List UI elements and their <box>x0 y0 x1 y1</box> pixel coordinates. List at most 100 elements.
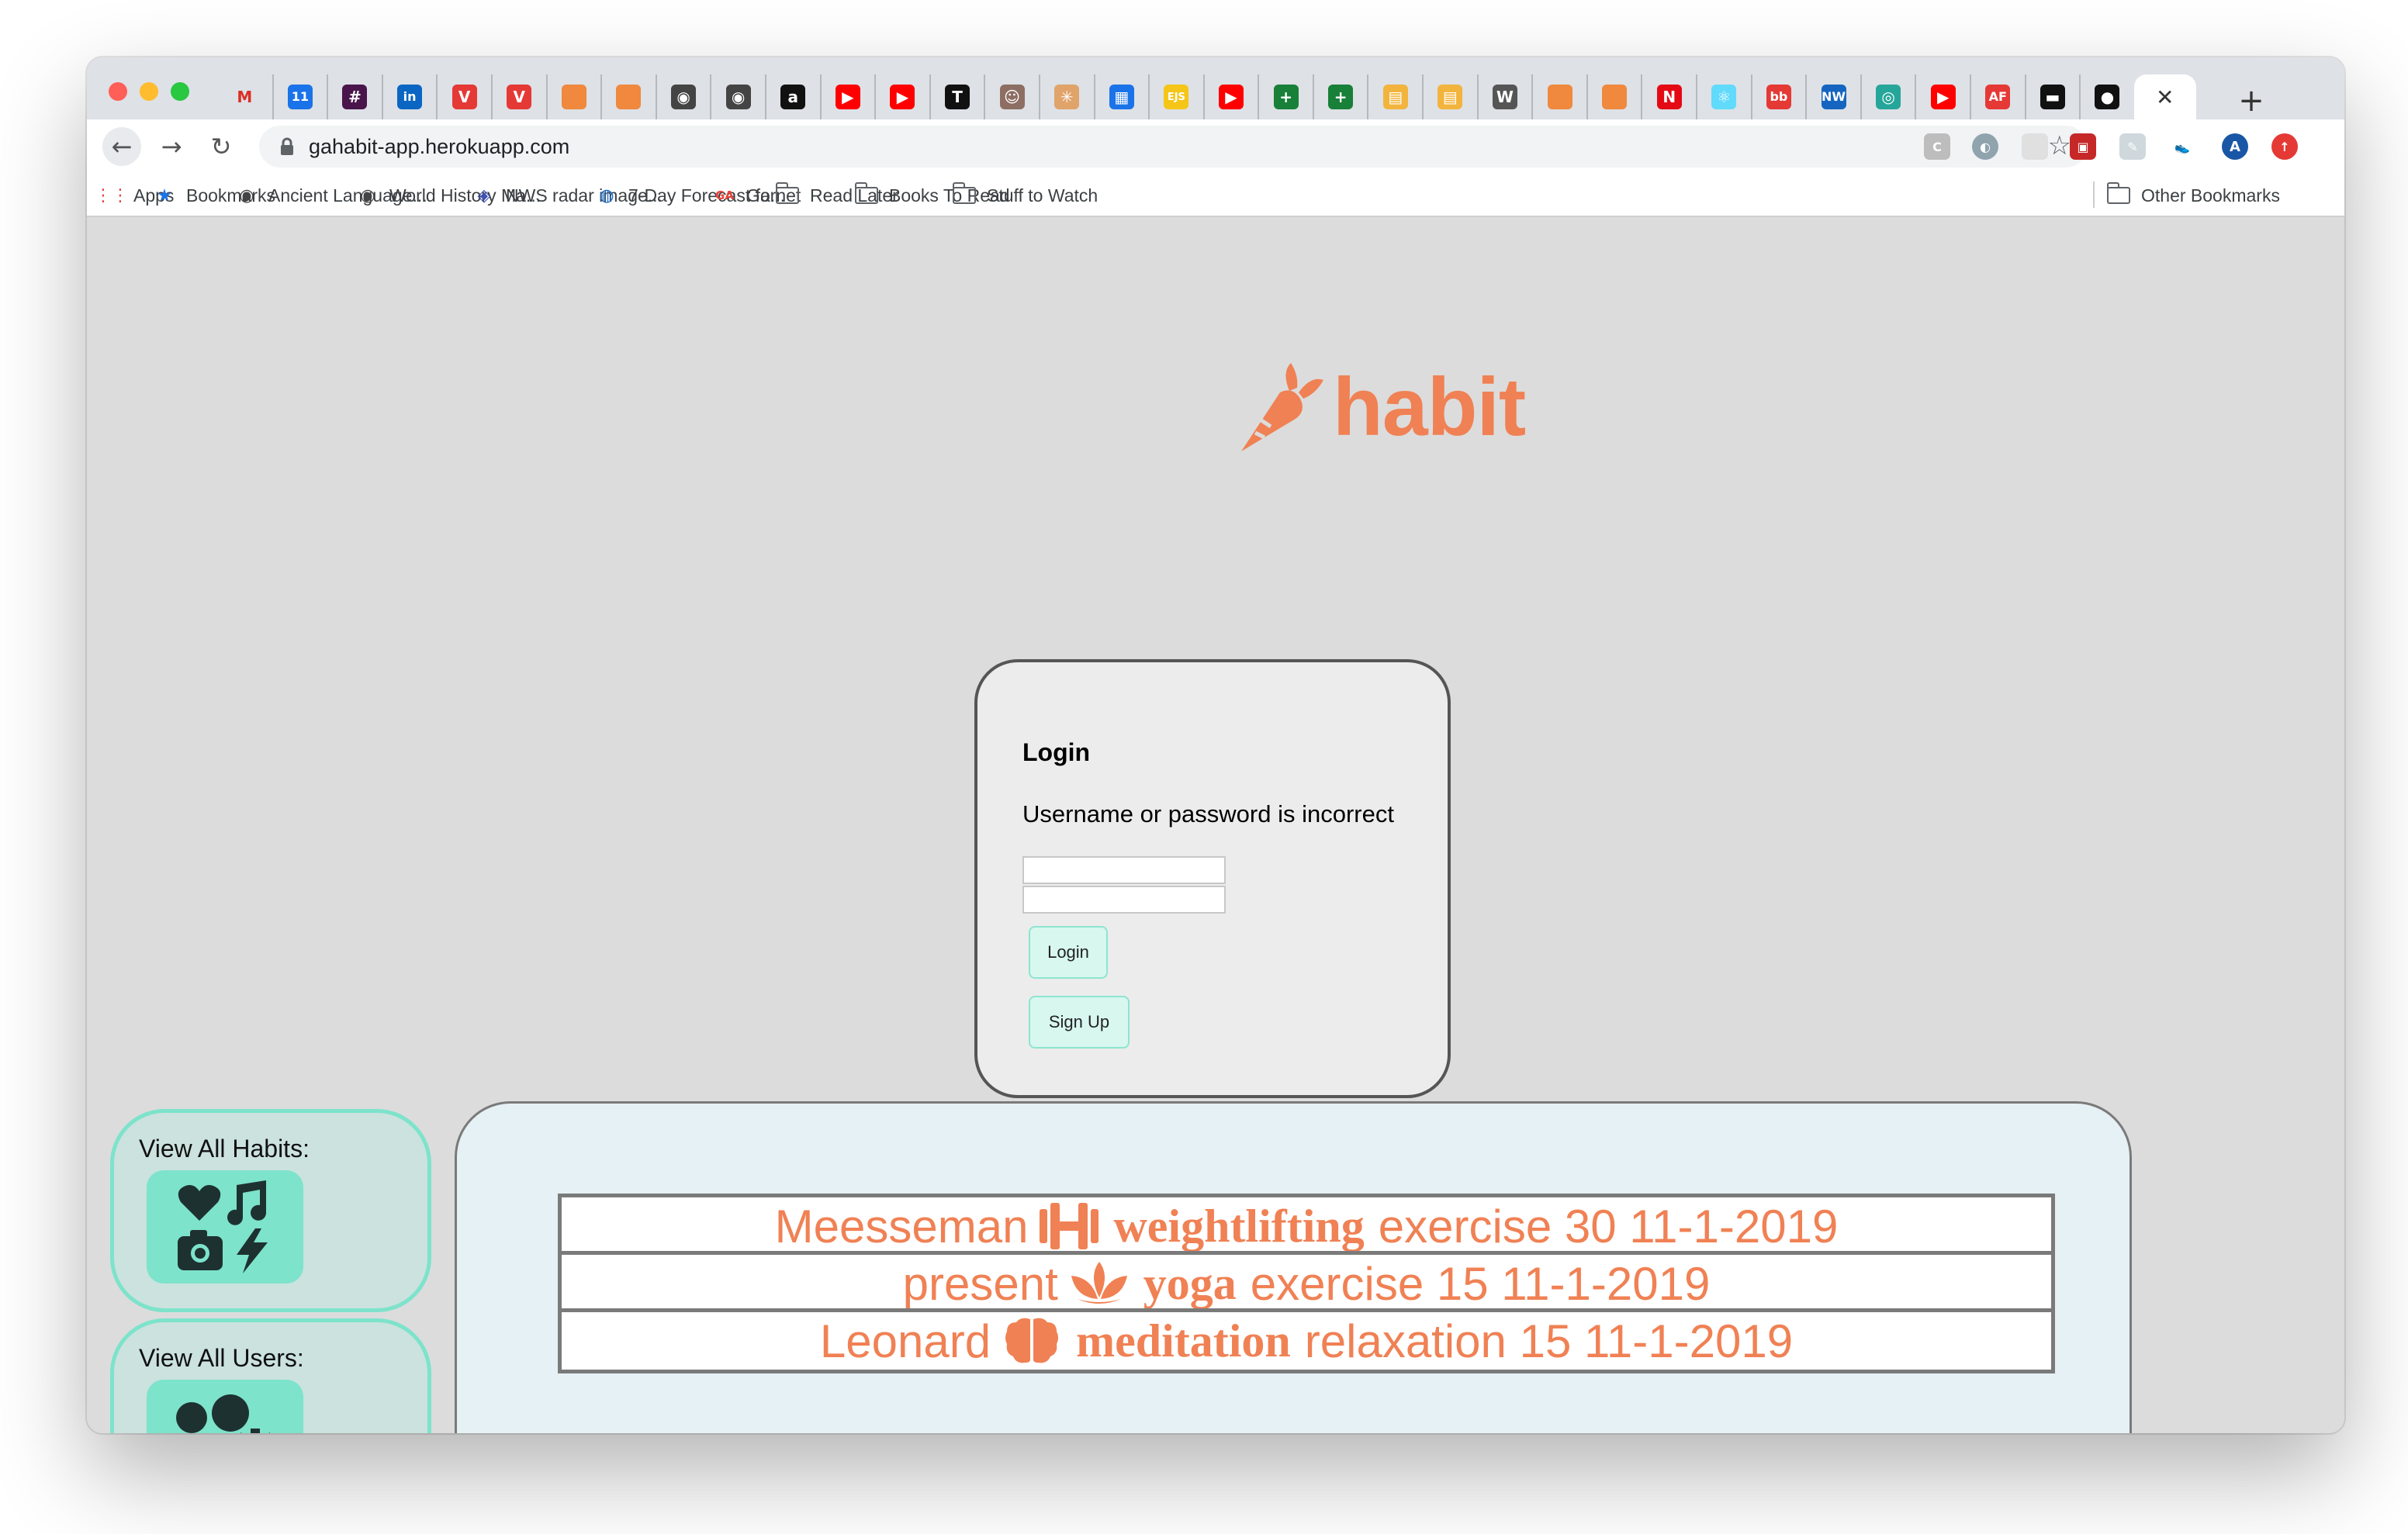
zoom-window-button[interactable] <box>171 82 189 101</box>
nytimes-icon: T <box>945 85 970 109</box>
bookmark-item[interactable]: Stuff to Watch <box>952 181 1098 209</box>
browser-tab[interactable] <box>600 74 656 119</box>
tab-strip: M 11 # in V V ◉ ◉ a ▶ ▶ T ☺ ✳ ▦ EJS ▶ + + ▤ ▤ W N ⚛ bb NW ◎ ▶ AF ▬ ● ✕ … <box>87 57 2344 119</box>
ga-icon: GA <box>715 188 734 202</box>
other-bookmarks[interactable]: Other Bookmarks <box>2106 181 2280 209</box>
youtube-icon: ▶ <box>890 85 915 109</box>
css-extension-icon[interactable]: C <box>1924 133 1950 160</box>
browser-tab[interactable]: ▦ <box>1093 74 1149 119</box>
browser-tab[interactable]: + <box>1258 74 1313 119</box>
bookmark-star-icon[interactable]: ☆ <box>2048 130 2071 161</box>
browser-tab[interactable]: + <box>1312 74 1368 119</box>
login-card: Login Username or password is incorrect … <box>974 659 1451 1098</box>
globe-icon: ◉ <box>360 185 375 206</box>
folder-icon <box>952 182 976 204</box>
browser-tab[interactable]: in <box>381 74 437 119</box>
browser-tab[interactable]: ▤ <box>1367 74 1422 119</box>
new-tab-button[interactable]: + <box>2230 79 2273 123</box>
linkedin-icon: in <box>397 85 423 109</box>
browser-tab[interactable]: V <box>490 74 546 119</box>
browser-tab[interactable]: ● <box>2079 74 2134 119</box>
browser-tab[interactable]: N <box>1641 74 1696 119</box>
browser-tab[interactable] <box>545 74 601 119</box>
browser-tab[interactable]: ▬ <box>2024 74 2080 119</box>
feed-entry[interactable]: Meesseman weightlifting exercise 30 11-1… <box>558 1194 2055 1259</box>
feed-user: present <box>902 1257 1058 1310</box>
browser-tab[interactable]: ◉ <box>655 74 711 119</box>
browser-tab[interactable]: # <box>327 74 382 119</box>
grid-blue-icon: ▦ <box>1109 85 1134 109</box>
browser-tab[interactable]: ▶ <box>819 74 875 119</box>
circle-extension-icon[interactable]: ◐ <box>1972 133 1998 160</box>
view-all-users-label: View All Users: <box>139 1344 304 1372</box>
reload-icon: ↻ <box>210 132 232 161</box>
save-extension-icon[interactable]: ▣ <box>2070 133 2096 160</box>
browser-tab[interactable]: ✳ <box>1038 74 1094 119</box>
grid-extension-icon[interactable] <box>2022 133 2048 160</box>
browser-tab[interactable]: 11 <box>272 74 327 119</box>
browser-tab[interactable]: a <box>764 74 820 119</box>
lotus-icon <box>1069 1258 1130 1309</box>
github-icon: ● <box>2095 85 2120 109</box>
login-button[interactable]: Login <box>1029 926 1108 979</box>
amazon-icon: a <box>780 85 806 109</box>
browser-tab[interactable]: ▶ <box>1202 74 1258 119</box>
noaa-icon: ◍ <box>599 185 614 206</box>
view-all-users-button[interactable] <box>147 1380 303 1433</box>
username-input[interactable] <box>1022 856 1226 884</box>
folder-icon <box>854 182 878 204</box>
address-bar[interactable]: gahabit-app.herokuapp.com ☆ <box>259 126 2087 168</box>
update-icon[interactable]: ↑ <box>2271 133 2298 160</box>
asterisk-icon: ✳ <box>1054 85 1080 109</box>
cube-orange-icon <box>616 85 642 109</box>
browser-tab[interactable]: ⚛ <box>1696 74 1751 119</box>
eyedropper-extension-icon[interactable]: ✎ <box>2119 133 2146 160</box>
sneaker-extension-icon[interactable]: 👟 <box>2169 133 2195 160</box>
arrow-left-icon: ← <box>111 132 133 161</box>
view-all-habits-card[interactable]: View All Habits: <box>110 1109 431 1312</box>
browser-tab[interactable]: ▶ <box>874 74 929 119</box>
users-gear-icon <box>176 1394 276 1433</box>
nw-icon: NW <box>1821 85 1846 109</box>
youtube-icon: ▶ <box>835 85 860 109</box>
minimize-window-button[interactable] <box>140 82 158 101</box>
globe-icon: ◉ <box>671 85 697 109</box>
browser-tab[interactable]: ◎ <box>1860 74 1915 119</box>
reload-button[interactable]: ↻ <box>202 127 240 166</box>
browser-tab[interactable]: ◉ <box>710 74 765 119</box>
tab-list: M 11 # in V V ◉ ◉ a ▶ ▶ T ☺ ✳ ▦ EJS ▶ + + ▤ ▤ W N ⚛ bb NW ◎ ▶ AF ▬ ● ✕ <box>217 74 2196 119</box>
profile-avatar[interactable]: A <box>2222 133 2248 160</box>
browser-tab[interactable]: V <box>436 74 491 119</box>
browser-tab[interactable] <box>1531 74 1586 119</box>
feed-entry[interactable]: Leonard meditation relaxation 15 11-1-20… <box>558 1308 2055 1373</box>
browser-tab[interactable]: ▶ <box>1915 74 1970 119</box>
v-red-icon: V <box>507 85 532 109</box>
view-all-habits-button[interactable] <box>147 1170 303 1284</box>
feed-details: relaxation 15 11-1-2019 <box>1304 1315 1794 1367</box>
browser-tab[interactable]: bb <box>1750 74 1806 119</box>
browser-tab[interactable] <box>1586 74 1642 119</box>
feed-habit: weightlifting <box>1113 1200 1365 1252</box>
browser-tab[interactable]: AF <box>1970 74 2025 119</box>
active-tab[interactable]: ✕ <box>2133 74 2196 119</box>
browser-tab[interactable]: ☺ <box>984 74 1039 119</box>
feed-habit: yoga <box>1143 1257 1237 1309</box>
browser-tab[interactable]: M <box>217 74 272 119</box>
browser-tab[interactable]: W <box>1476 74 1532 119</box>
feed-user: Leonard <box>819 1315 991 1367</box>
forward-button[interactable]: → <box>152 127 191 166</box>
page-content: habit Login Username or password is inco… <box>87 217 2344 1433</box>
close-tab-icon[interactable]: ✕ <box>2156 85 2174 110</box>
feed-entry[interactable]: present yoga exercise 15 11-1-2019 <box>558 1251 2055 1316</box>
wikipedia-icon: W <box>1492 85 1517 109</box>
browser-tab[interactable]: T <box>929 74 984 119</box>
browser-tab[interactable]: NW <box>1805 74 1860 119</box>
password-input[interactable] <box>1022 886 1226 914</box>
browser-tab[interactable]: EJS <box>1148 74 1203 119</box>
browser-tab[interactable]: ▤ <box>1422 74 1477 119</box>
close-window-button[interactable] <box>109 82 127 101</box>
folder-icon <box>2106 182 2130 204</box>
back-button[interactable]: ← <box>102 127 141 166</box>
view-all-users-card[interactable]: View All Users: <box>110 1318 431 1433</box>
signup-button[interactable]: Sign Up <box>1029 996 1130 1049</box>
